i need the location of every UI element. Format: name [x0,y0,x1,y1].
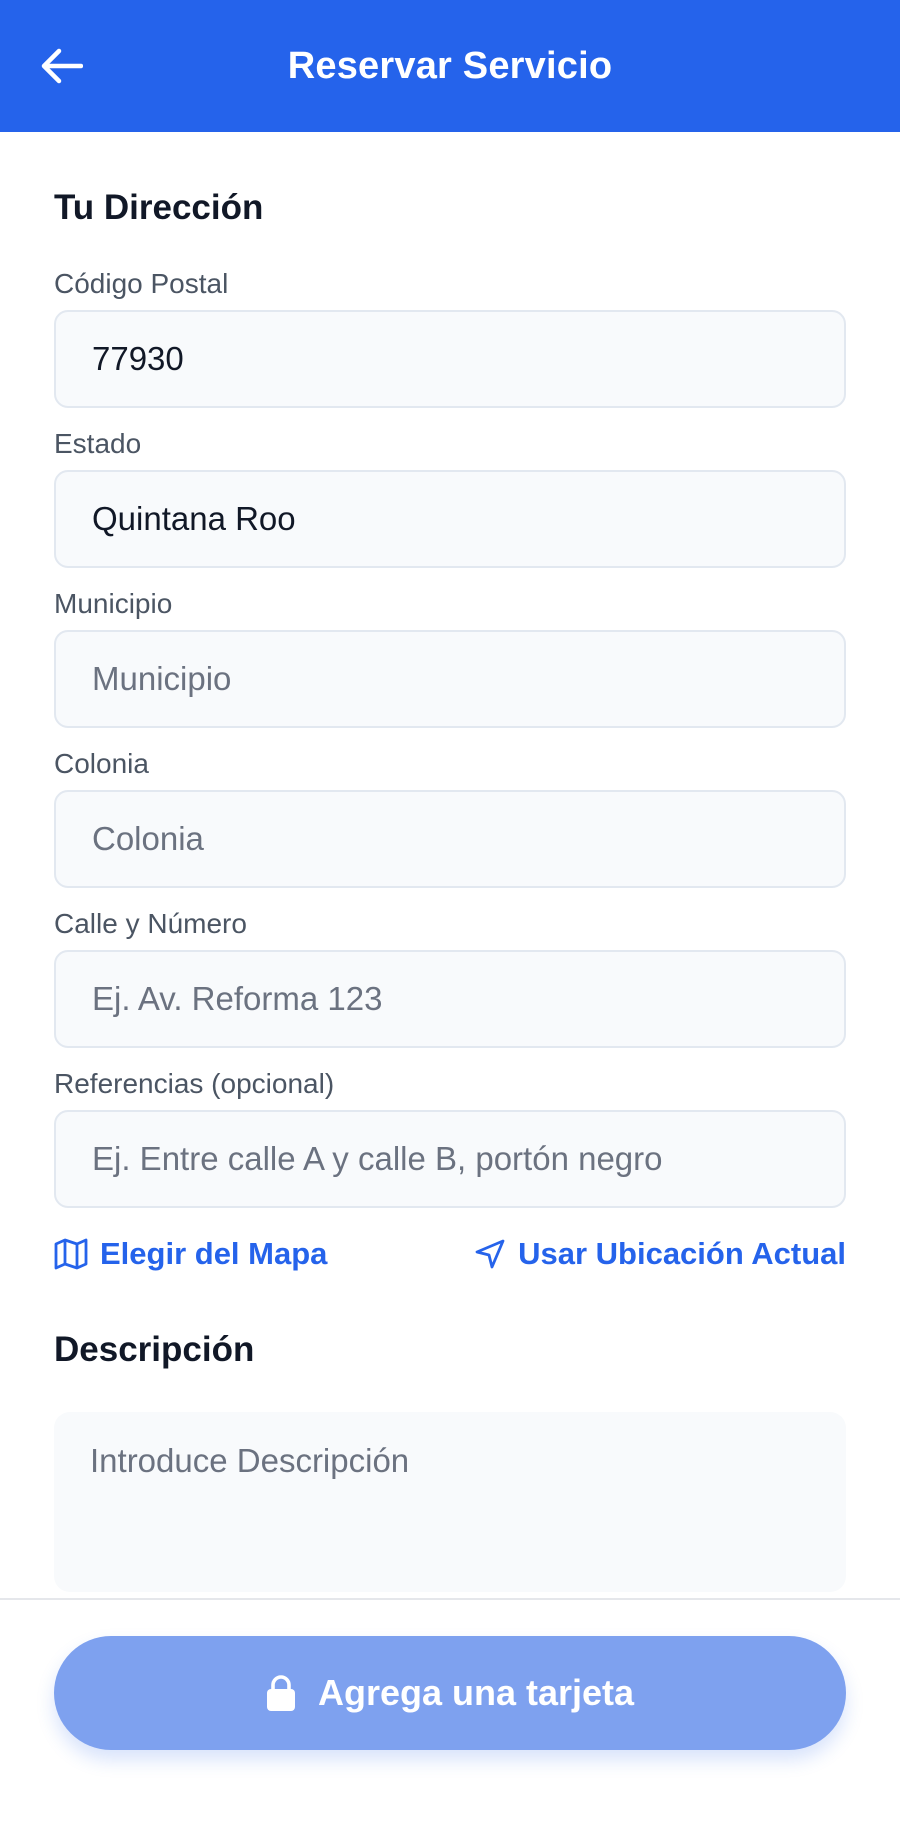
references-label: Referencias (opcional) [54,1068,335,1099]
state-input[interactable] [54,470,846,568]
municipality-label: Municipio [54,588,173,619]
street-label: Calle y Número [54,908,247,939]
state-label: Estado [54,428,142,459]
postal-code-input[interactable] [54,310,846,408]
postal-code-label: Código Postal [54,268,229,299]
use-current-location-label: Usar Ubicación Actual [518,1236,846,1271]
add-card-label: Agrega una tarjeta [317,1672,635,1713]
map-icon [54,1238,88,1270]
choose-from-map-link[interactable]: Elegir del Mapa [54,1236,327,1272]
description-textarea[interactable] [54,1412,846,1592]
street-input[interactable] [54,950,846,1048]
back-button[interactable] [38,42,86,90]
lock-icon [266,1675,295,1711]
address-section-title: Tu Dirección [54,188,264,227]
booking-screen: Reservar Servicio Tu Dirección Código Po… [0,0,900,1825]
description-section-title: Descripción [54,1330,255,1369]
arrow-left-icon [41,48,83,84]
page-title: Reservar Servicio [287,44,613,87]
use-current-location-link[interactable]: Usar Ubicación Actual [474,1236,846,1272]
location-options: Elegir del Mapa Usar Ubicación Actual [54,1236,846,1276]
neighborhood-input[interactable] [54,790,846,888]
municipality-input[interactable] [54,630,846,728]
navigation-arrow-icon [475,1239,505,1269]
choose-from-map-label: Elegir del Mapa [100,1236,328,1271]
references-input[interactable] [54,1110,846,1208]
add-card-button[interactable]: Agrega una tarjeta [54,1636,846,1750]
app-header: Reservar Servicio [0,0,900,132]
footer-bar: Agrega una tarjeta [0,1598,900,1825]
neighborhood-label: Colonia [54,748,149,779]
